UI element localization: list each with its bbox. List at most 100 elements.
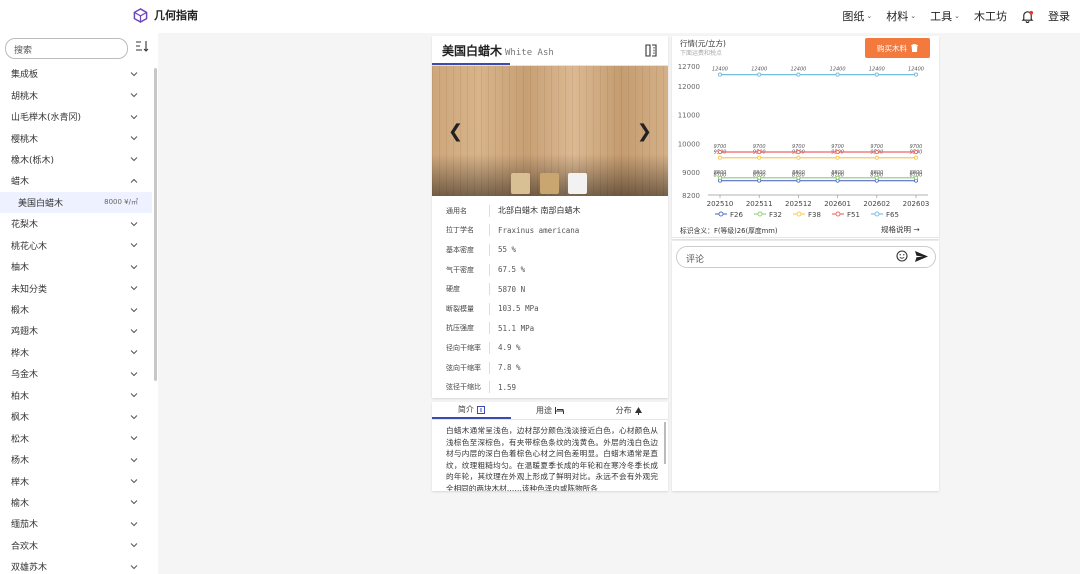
- sidebar-item[interactable]: 乌金木: [0, 363, 152, 384]
- legend-note: 标识含义：F(等级)26(厚度mm): [680, 227, 778, 235]
- login-link[interactable]: 登录: [1048, 8, 1070, 24]
- search-placeholder: 搜索: [14, 46, 33, 56]
- send-icon[interactable]: [915, 251, 928, 262]
- sidebar-item[interactable]: 合欢木: [0, 535, 152, 556]
- nav-materials[interactable]: 材料 ⌄: [886, 8, 916, 24]
- sidebar-item-label: 胡桃木: [11, 91, 39, 102]
- wood-detail-card: 美国白蜡木 White Ash ❮ ❯ 通用名 北部白蜡木 南部白蜡木 拉丁学名 Fra…: [432, 36, 668, 398]
- data-label: 8800: [870, 170, 883, 176]
- chevron-down-icon: [130, 414, 138, 419]
- sidebar-item[interactable]: 松木: [0, 427, 152, 448]
- sidebar-item[interactable]: 枫木: [0, 406, 152, 427]
- sidebar-item[interactable]: 橡木(栎木): [0, 149, 152, 170]
- sidebar-item-label: 合欢木: [11, 541, 39, 552]
- chevron-down-icon: [130, 543, 138, 548]
- notification-button[interactable]: [1021, 10, 1034, 23]
- sidebar-item[interactable]: 榉木: [0, 470, 152, 491]
- sidebar-subitem[interactable]: 美国白蜡木 8000 ¥/㎥: [0, 191, 152, 214]
- legend-marker: [835, 211, 841, 217]
- sidebar-item[interactable]: 花梨木: [0, 213, 152, 234]
- data-point: [874, 72, 879, 77]
- property-key: 断裂模量: [432, 302, 490, 315]
- sidebar-item[interactable]: 杨木: [0, 449, 152, 470]
- chevron-down-icon: ⌄: [866, 12, 873, 20]
- sidebar-item[interactable]: 桃花心木: [0, 235, 152, 256]
- sidebar-item-price: 8000 ¥/㎥: [104, 198, 138, 207]
- sidebar-item-label: 桃花心木: [11, 241, 48, 252]
- sidebar-item[interactable]: 鸡翅木: [0, 320, 152, 341]
- sidebar-item[interactable]: 双雄苏木: [0, 556, 152, 574]
- thumbnail-2[interactable]: [540, 173, 559, 194]
- tab-intro[interactable]: 简介: [432, 402, 511, 419]
- chevron-down-icon: [130, 393, 138, 398]
- chevron-right-icon[interactable]: ❯: [637, 121, 652, 142]
- y-tick-label: 12700: [678, 63, 700, 71]
- sidebar-item[interactable]: 缅茄木: [0, 513, 152, 534]
- chevron-down-icon: [130, 329, 138, 334]
- tab-distribution[interactable]: 分布: [589, 402, 668, 419]
- sidebar-item[interactable]: 柏木: [0, 385, 152, 406]
- chevron-down-icon: [130, 350, 138, 355]
- sidebar-item-label: 缅茄木: [11, 520, 39, 531]
- sidebar-scrollbar[interactable]: [154, 68, 157, 381]
- chevron-down-icon: [130, 371, 138, 377]
- spec-link[interactable]: 规格说明 →: [881, 224, 920, 235]
- buy-wood-button[interactable]: 购买木料: [865, 38, 930, 58]
- comment-placeholder: 评论: [686, 255, 705, 265]
- sidebar-item[interactable]: 山毛榉木(水青冈): [0, 106, 152, 127]
- data-point: [913, 72, 919, 77]
- property-value: 103.5 MPa: [498, 304, 539, 314]
- main-nav: 图纸 ⌄ 材料 ⌄ 工具 ⌄ 木工坊 登录: [828, 8, 1070, 24]
- buy-label: 购买木料: [877, 43, 907, 53]
- intro-scrollbar[interactable]: [664, 422, 666, 464]
- property-row: 径向干缩率 4.9 %: [432, 338, 668, 358]
- property-row: 基本密度 55 %: [432, 240, 668, 260]
- data-label: 12400: [869, 67, 885, 73]
- chevron-left-icon[interactable]: ❮: [448, 121, 463, 142]
- legend-label: F26: [730, 211, 743, 219]
- wood-name: 美国白蜡木: [442, 44, 503, 58]
- sidebar-item[interactable]: 榆木: [0, 492, 152, 513]
- data-point: [835, 149, 840, 155]
- sidebar-item[interactable]: 柚木: [0, 256, 152, 277]
- sidebar-item-label: 蜡木: [11, 177, 30, 188]
- sidebar-item[interactable]: 集成板: [0, 63, 152, 84]
- nav-tools[interactable]: 工具 ⌄: [930, 8, 960, 24]
- property-row: 气干密度 67.5 %: [432, 260, 668, 280]
- sidebar-item-label: 柚木: [11, 263, 30, 274]
- sidebar-item-label: 桦木: [11, 348, 30, 359]
- chevron-down-icon: ⌄: [910, 12, 917, 20]
- emoji-icon[interactable]: [896, 250, 908, 262]
- sidebar-item[interactable]: 蜡木: [0, 170, 152, 191]
- book-icon[interactable]: [645, 44, 657, 57]
- property-table: 通用名 北部白蜡木 南部白蜡木 拉丁学名 Fraxinus americana 基本密度…: [432, 201, 668, 397]
- thumbnail-3[interactable]: [568, 173, 587, 194]
- sidebar-item[interactable]: 椴木: [0, 299, 152, 320]
- sidebar-item[interactable]: 樱桃木: [0, 127, 152, 148]
- chevron-down-icon: [130, 157, 138, 162]
- data-label: 12400: [830, 67, 846, 73]
- thumbnail-1[interactable]: [511, 173, 530, 194]
- tab-uses[interactable]: 用途: [511, 402, 590, 419]
- logo-icon: [133, 7, 148, 23]
- login-label: 登录: [1048, 10, 1070, 23]
- data-point: [913, 175, 919, 180]
- nav-label: 图纸: [842, 10, 865, 23]
- sidebar-item[interactable]: 胡桃木: [0, 84, 152, 105]
- intro-tabs: 简介 用途 分布: [432, 402, 668, 420]
- sidebar-item[interactable]: 桦木: [0, 342, 152, 363]
- sidebar-item-label: 乌金木: [11, 370, 39, 381]
- data-label: 12400: [751, 67, 767, 73]
- property-row: 硬度 5870 N: [432, 279, 668, 299]
- tab-label: 简介: [457, 405, 474, 414]
- sidebar-item[interactable]: 未知分类: [0, 277, 152, 298]
- sort-icon[interactable]: [135, 40, 149, 52]
- tab-label: 分布: [615, 406, 632, 415]
- property-key: 硬度: [432, 283, 490, 296]
- search-input[interactable]: 搜索: [5, 38, 128, 59]
- legend-label: F51: [847, 211, 860, 219]
- chevron-up-icon: [130, 178, 138, 183]
- nav-workshop[interactable]: 木工坊: [974, 8, 1007, 24]
- nav-drawings[interactable]: 图纸 ⌄: [842, 8, 872, 24]
- logo[interactable]: 几何指南: [133, 7, 198, 23]
